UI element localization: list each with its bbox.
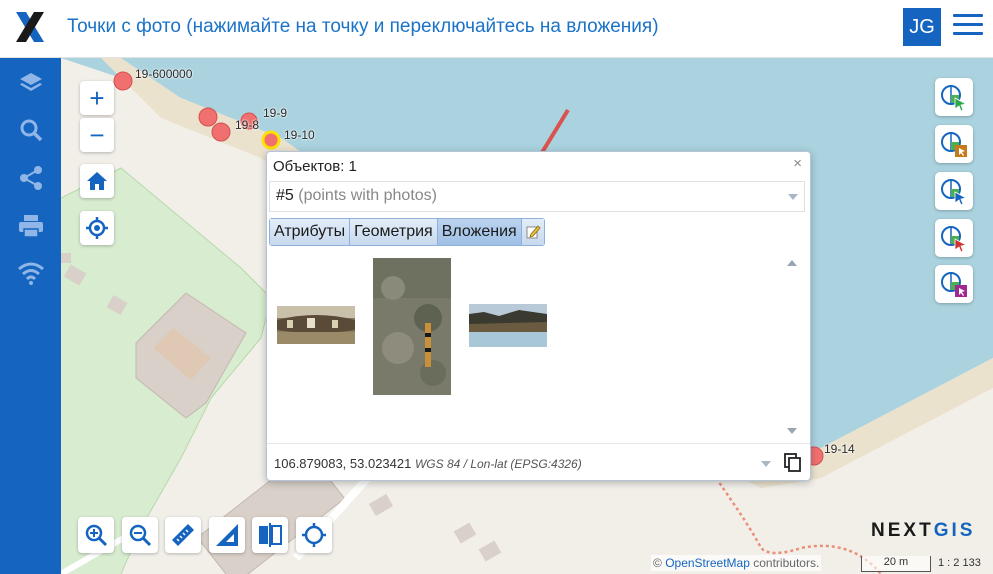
scrollbar[interactable] (781, 252, 803, 442)
identify-tool-blue[interactable] (935, 172, 973, 210)
map-attribution: © OpenStreetMap contributors. (651, 555, 822, 571)
objects-count: Объектов: 1 (273, 158, 357, 175)
measure-area-tool[interactable] (209, 517, 245, 553)
feature-layer: (points with photos) (298, 187, 437, 204)
identify-purple-icon (941, 272, 967, 297)
crosshair-icon (86, 217, 108, 239)
close-icon[interactable]: × (793, 155, 802, 172)
identify-tool-green[interactable] (935, 78, 973, 116)
header: Точки с фото (нажимайте на точку и перек… (0, 0, 993, 58)
identify-orange-icon (941, 132, 967, 157)
scale-bar: 20 m (861, 556, 931, 572)
search-icon[interactable] (16, 115, 46, 145)
swipe-icon (259, 523, 282, 547)
home-icon (87, 172, 107, 190)
area-ruler-icon (216, 524, 238, 546)
point-label: 19-9 (263, 106, 288, 120)
wifi-icon[interactable] (16, 258, 46, 288)
zoom-in-button[interactable]: + (80, 81, 114, 115)
target-icon (302, 523, 326, 547)
tab-attributes[interactable]: Атрибуты (270, 219, 351, 245)
user-avatar[interactable]: JG (903, 8, 941, 46)
coords-value: 106.879083, 53.023421 (274, 456, 412, 471)
scroll-up-icon[interactable] (787, 260, 797, 266)
coordinates-text: 106.879083, 53.023421 WGS 84 / Lon-lat (… (274, 456, 582, 471)
attachment-thumbnail[interactable] (277, 306, 355, 344)
point-label: 19-600000 (135, 67, 193, 81)
zoom-out-box-tool[interactable] (122, 517, 158, 553)
identify-popup: Объектов: 1 × #5 (points with photos) Ат… (266, 151, 811, 481)
menu-icon[interactable] (953, 14, 983, 38)
popup-tabs: Атрибуты Геометрия Вложения (269, 218, 545, 246)
coordinates-tool[interactable] (296, 517, 332, 553)
attachments-gallery (269, 252, 805, 442)
ruler-icon (172, 524, 194, 546)
attachment-thumbnail[interactable] (469, 304, 547, 347)
identify-tool-orange[interactable] (935, 125, 973, 163)
chevron-down-icon (788, 194, 798, 200)
zoom-in-box-tool[interactable] (78, 517, 114, 553)
tab-attachments[interactable]: Вложения (437, 219, 522, 245)
identify-green-icon (941, 85, 968, 112)
point-label: 19-10 (284, 128, 315, 142)
zoom-out-icon (129, 524, 152, 547)
brand-next: NEXT (871, 520, 934, 541)
brand-gis: GIS (933, 520, 976, 541)
map-canvas[interactable]: 19-600000 19-9 19-8 19-10 19-14 + − Объе… (61, 58, 993, 574)
coords-crs: WGS 84 / Lon-lat (EPSG:4326) (414, 457, 582, 471)
scroll-down-icon[interactable] (787, 428, 797, 434)
feature-id: #5 (276, 187, 294, 204)
point-label: 19-8 (235, 118, 260, 132)
home-button[interactable] (80, 164, 114, 198)
point-label: 19-14 (824, 442, 855, 456)
scale-ratio: 1 : 2 133 (938, 557, 981, 569)
chevron-down-icon[interactable] (761, 461, 771, 467)
layers-icon[interactable] (16, 68, 46, 98)
nextgis-logo-icon[interactable] (14, 10, 46, 44)
attachment-thumbnail[interactable] (373, 258, 451, 395)
identify-tool-purple[interactable] (935, 265, 973, 303)
print-icon[interactable] (16, 211, 46, 241)
edit-note-icon (526, 225, 541, 239)
tab-edit[interactable] (521, 219, 544, 245)
page-title: Точки с фото (нажимайте на точку и перек… (67, 16, 659, 37)
zoom-out-button[interactable]: − (80, 118, 114, 152)
copy-icon[interactable] (783, 452, 803, 474)
tab-geometry[interactable]: Геометрия (350, 219, 438, 245)
osm-link[interactable]: OpenStreetMap (665, 556, 750, 570)
nextgis-brand: NEXTGIS (871, 520, 975, 542)
identify-blue-icon (941, 179, 968, 206)
zoom-in-icon (85, 524, 108, 547)
share-icon[interactable] (16, 163, 46, 193)
sidebar (0, 58, 61, 574)
measure-distance-tool[interactable] (165, 517, 201, 553)
feature-select[interactable]: #5 (points with photos) (269, 181, 805, 212)
swipe-tool[interactable] (252, 517, 288, 553)
locate-button[interactable] (80, 211, 114, 245)
coordinates-bar: 106.879083, 53.023421 WGS 84 / Lon-lat (… (267, 443, 810, 480)
identify-red-icon (941, 226, 968, 253)
identify-tool-red[interactable] (935, 219, 973, 257)
